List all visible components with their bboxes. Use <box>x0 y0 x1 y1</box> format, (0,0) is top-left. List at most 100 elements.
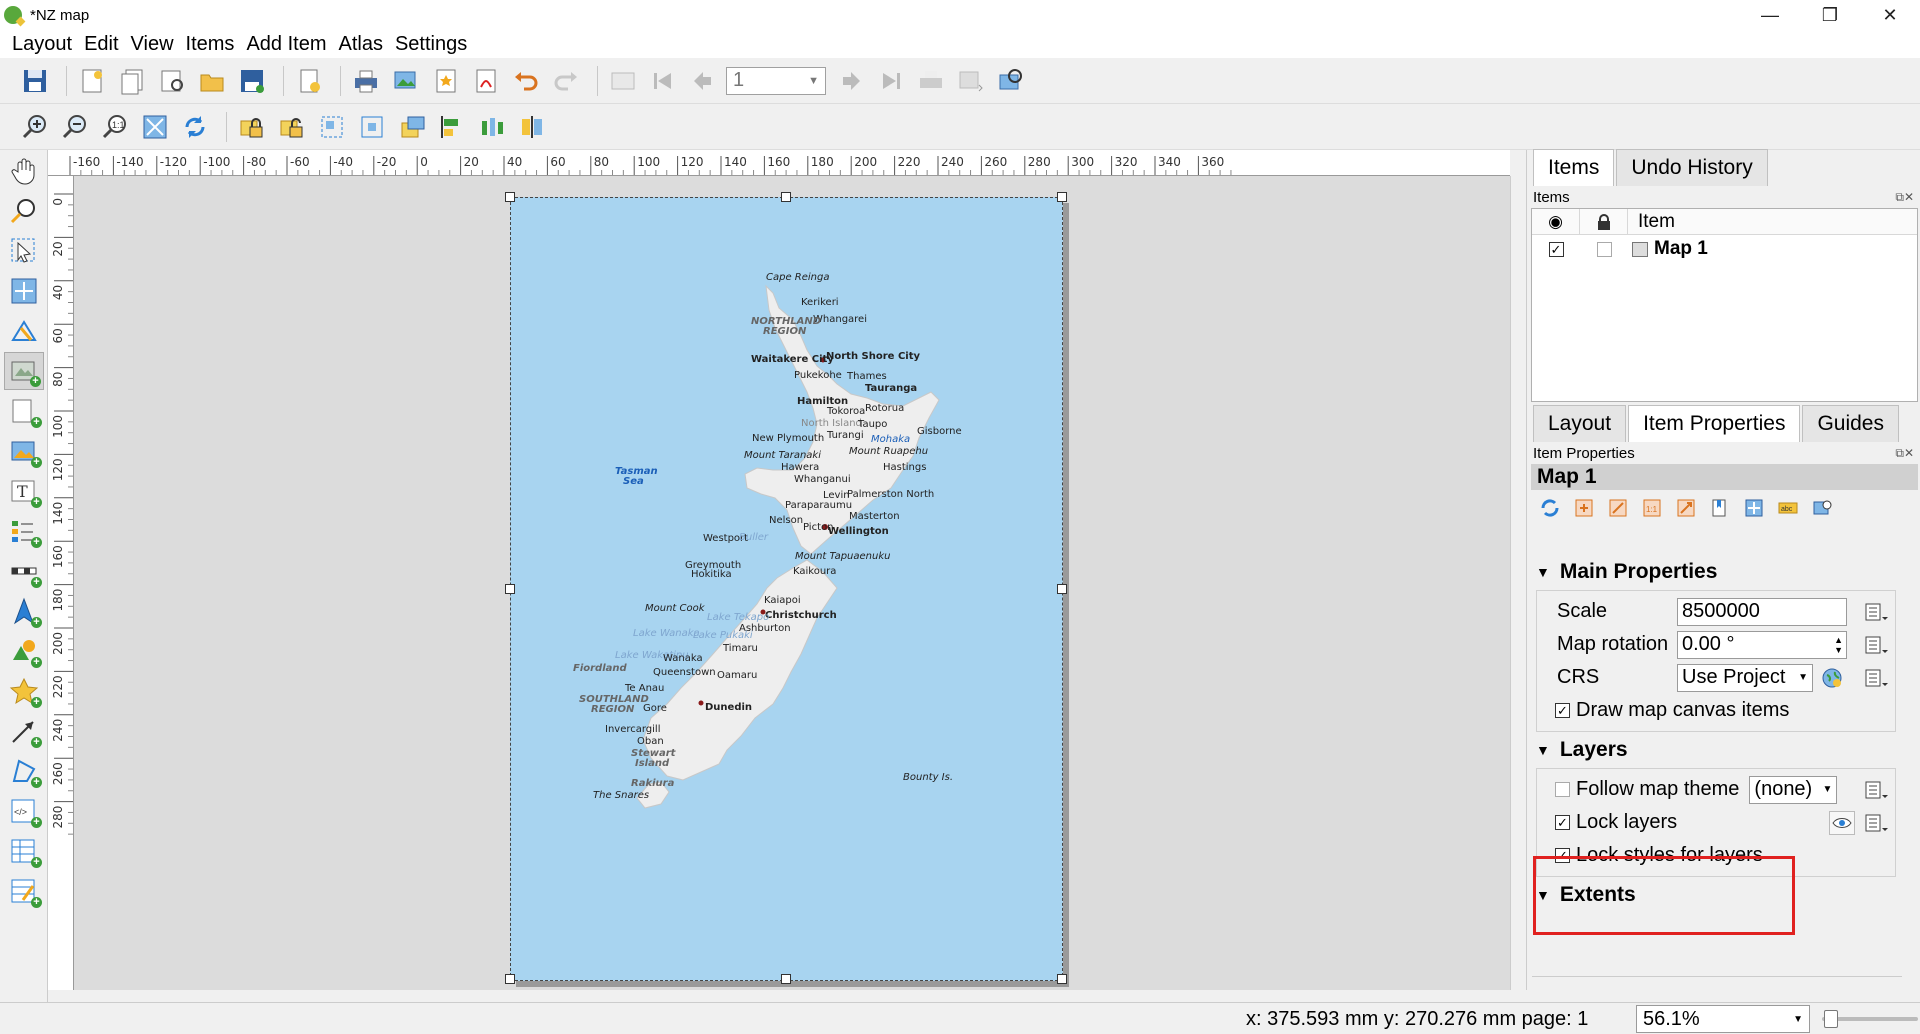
spin-arrows-icon[interactable]: ▲ ▼ <box>1834 635 1846 655</box>
visibility-preset-eye-icon[interactable] <box>1829 810 1855 835</box>
list-item[interactable]: ✓ Map 1 <box>1532 235 1917 263</box>
add-polygon-icon[interactable]: + <box>4 752 44 790</box>
data-defined-override-icon[interactable] <box>1861 777 1891 803</box>
add-attribute-table-icon[interactable]: + <box>4 832 44 870</box>
rotation-spinbox[interactable]: 0.00 ° ▲ ▼ <box>1677 630 1847 659</box>
layers-section[interactable]: ▼ Layers <box>1526 732 1904 768</box>
layout-page[interactable]: Cape Reinga Kerikeri Whangarei NORTHLAND… <box>505 192 1067 984</box>
ungroup-items-icon[interactable] <box>355 110 389 144</box>
refresh-preview-icon[interactable] <box>1537 495 1563 521</box>
dock-float-close-icon[interactable]: ⧉✕ <box>1895 190 1914 205</box>
zoom-combo[interactable]: 56.1% ▼ <box>1636 1005 1810 1033</box>
atlas-preview-icon[interactable] <box>606 64 640 98</box>
vertical-ruler[interactable]: 0 20 40 60 80 100 120 140 160 180 200 220 240 260 280 <box>48 176 74 990</box>
menu-items[interactable]: Items <box>180 33 241 56</box>
data-defined-override-icon[interactable] <box>1861 665 1891 691</box>
resize-handle-bottom-right[interactable] <box>1057 974 1067 984</box>
raise-items-icon[interactable] <box>395 110 429 144</box>
crs-select[interactable]: Use Project ▼ <box>1677 663 1813 692</box>
distribute-items-icon[interactable] <box>475 110 509 144</box>
add-map-icon[interactable]: + <box>4 352 44 390</box>
print-icon[interactable] <box>349 64 383 98</box>
zoom-full-icon[interactable] <box>138 110 172 144</box>
atlas-page-combo[interactable]: 1 ▼ <box>726 66 826 95</box>
group-items-icon[interactable] <box>315 110 349 144</box>
add-html-icon[interactable]: </> + <box>4 792 44 830</box>
zoom-out-icon[interactable] <box>58 110 92 144</box>
print-atlas-icon[interactable] <box>914 64 948 98</box>
open-folder-icon[interactable] <box>195 64 229 98</box>
first-feature-icon[interactable] <box>646 64 680 98</box>
data-defined-override-icon[interactable] <box>1861 599 1891 625</box>
main-properties-section[interactable]: ▼ Main Properties <box>1526 554 1904 590</box>
lock-layers-checkbox[interactable]: ✓ <box>1555 815 1570 830</box>
add-scalebar-icon[interactable]: + <box>4 552 44 590</box>
tab-items[interactable]: Items <box>1533 149 1615 186</box>
crs-selector-globe-icon[interactable] <box>1819 665 1845 691</box>
zoom-in-icon[interactable] <box>18 110 52 144</box>
view-extent-icon[interactable] <box>1605 495 1631 521</box>
menu-atlas[interactable]: Atlas <box>332 33 388 56</box>
theme-select[interactable]: (none) ▼ <box>1749 775 1838 804</box>
new-layout-icon[interactable] <box>75 64 109 98</box>
layout-manager-icon[interactable] <box>155 64 189 98</box>
zoom-tool-icon[interactable] <box>4 192 44 230</box>
export-pdf-icon[interactable] <box>469 64 503 98</box>
resize-handle-top[interactable] <box>781 192 791 202</box>
label-settings-icon[interactable]: abc <box>1775 495 1801 521</box>
maximize-button[interactable]: ❐ <box>1800 0 1860 30</box>
add-marker-icon[interactable]: + <box>4 672 44 710</box>
add-north-arrow-icon[interactable]: + <box>4 592 44 630</box>
tab-layout[interactable]: Layout <box>1533 405 1627 442</box>
canvas-vertical-scrollbar[interactable] <box>1510 176 1526 990</box>
save-icon[interactable] <box>18 64 52 98</box>
resize-items-icon[interactable] <box>515 110 549 144</box>
redo-icon[interactable] <box>549 64 583 98</box>
move-content-small-icon[interactable] <box>1741 495 1767 521</box>
add-fixed-table-icon[interactable]: + <box>4 872 44 910</box>
draw-canvas-items-row[interactable]: ✓ Draw map canvas items <box>1537 694 1895 727</box>
resize-handle-bottom-left[interactable] <box>505 974 515 984</box>
item-visible-checkbox[interactable]: ✓ <box>1548 241 1564 257</box>
view-scale-icon[interactable] <box>1673 495 1699 521</box>
add-picture-icon[interactable]: + <box>4 432 44 470</box>
data-defined-override-icon[interactable] <box>1861 810 1891 836</box>
follow-theme-checkbox[interactable] <box>1555 782 1570 797</box>
dock-float-close-icon[interactable]: ⧉✕ <box>1895 446 1914 461</box>
set-scale-icon[interactable]: 1:1 <box>1639 495 1665 521</box>
zoom-slider-thumb[interactable] <box>1824 1010 1838 1028</box>
draw-canvas-items-checkbox[interactable]: ✓ <box>1555 703 1570 718</box>
data-defined-override-icon[interactable] <box>1861 632 1891 658</box>
export-image-icon[interactable] <box>389 64 423 98</box>
minimize-button[interactable]: — <box>1740 0 1800 30</box>
bookmarks-icon[interactable] <box>1707 495 1733 521</box>
properties-vertical-scrollbar[interactable] <box>1904 554 1918 974</box>
set-extent-icon[interactable] <box>1571 495 1597 521</box>
add-label-icon[interactable]: T + <box>4 472 44 510</box>
unlock-items-icon[interactable] <box>275 110 309 144</box>
resize-handle-bottom[interactable] <box>781 974 791 984</box>
menu-settings[interactable]: Settings <box>389 33 473 56</box>
select-move-icon[interactable] <box>4 232 44 270</box>
horizontal-ruler[interactable]: -160 -140 -120 -100 -80 -60 -40 -20 0 20 40 60 80 100… <box>48 150 1510 176</box>
add-shape-icon[interactable]: + <box>4 632 44 670</box>
pan-icon[interactable] <box>4 152 44 190</box>
menu-view[interactable]: View <box>125 33 180 56</box>
menu-add-item[interactable]: Add Item <box>240 33 332 56</box>
align-items-icon[interactable] <box>435 110 469 144</box>
next-feature-icon[interactable] <box>834 64 868 98</box>
last-feature-icon[interactable] <box>874 64 908 98</box>
add-arrow-icon[interactable]: + <box>4 712 44 750</box>
zoom-actual-icon[interactable]: 1:1 <box>98 110 132 144</box>
resize-handle-left[interactable] <box>505 584 515 594</box>
tab-item-properties[interactable]: Item Properties <box>1628 405 1801 442</box>
close-button[interactable]: ✕ <box>1860 0 1920 30</box>
lock-items-icon[interactable] <box>235 110 269 144</box>
add-legend-icon[interactable]: + <box>4 512 44 550</box>
properties-horizontal-scrollbar[interactable] <box>1532 976 1902 990</box>
export-svg-icon[interactable] <box>429 64 463 98</box>
move-content-icon[interactable] <box>4 272 44 310</box>
add-3d-map-icon[interactable]: + <box>4 392 44 430</box>
scale-input[interactable]: 8500000 <box>1677 597 1847 626</box>
resize-handle-top-left[interactable] <box>505 192 515 202</box>
